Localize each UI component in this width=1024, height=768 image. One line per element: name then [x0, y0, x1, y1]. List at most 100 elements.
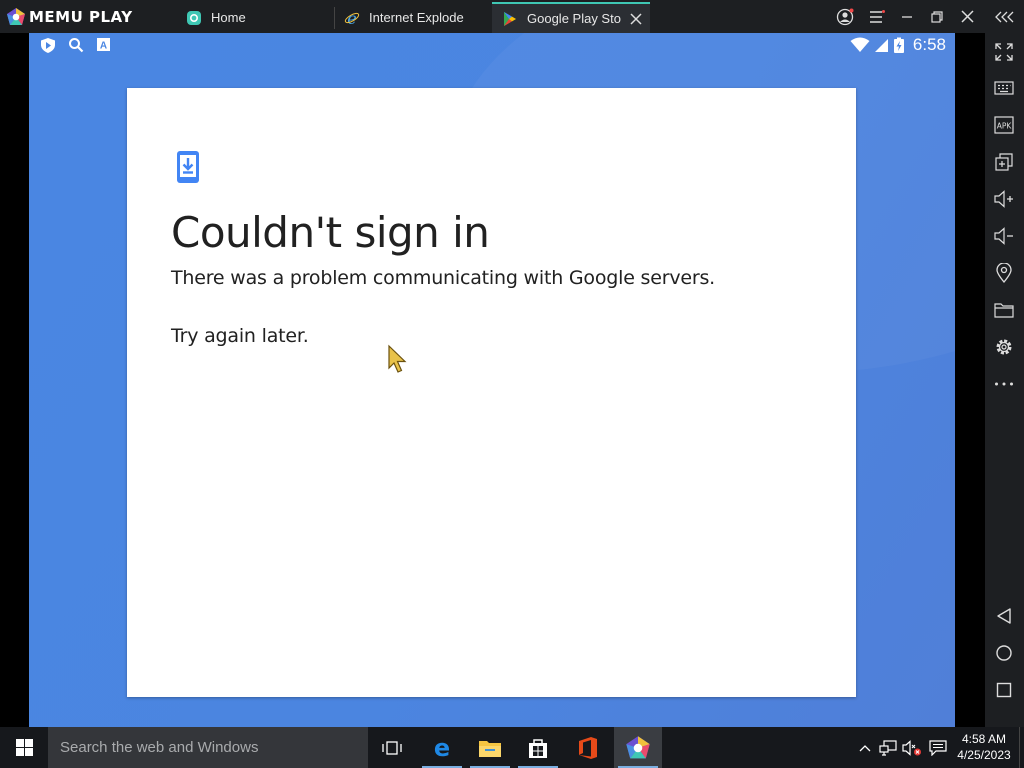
volume-down-icon: [994, 227, 1013, 245]
taskbar-memu-app[interactable]: [614, 727, 662, 768]
tab-label: Home: [211, 10, 246, 25]
minimize-button[interactable]: [891, 0, 922, 33]
svg-text:e: e: [434, 736, 450, 760]
more-options-button[interactable]: [992, 372, 1016, 396]
keyboard-input-icon: A: [97, 38, 110, 52]
close-icon: [961, 10, 974, 23]
keyboard-mapping-button[interactable]: [992, 76, 1016, 100]
triple-chevron-left-icon: [994, 11, 1013, 22]
battery-charging-icon: [893, 37, 904, 53]
play-protect-icon: [41, 38, 55, 53]
taskbar-edge-app[interactable]: e: [418, 727, 466, 768]
hamburger-menu-icon: [869, 9, 885, 23]
account-button[interactable]: [829, 0, 860, 33]
android-home-button[interactable]: [992, 641, 1016, 665]
install-apk-button[interactable]: APK: [992, 113, 1016, 137]
right-border: [955, 33, 985, 727]
maximize-button[interactable]: [921, 0, 952, 33]
task-view-icon: [382, 740, 402, 755]
back-triangle-icon: [997, 608, 1011, 624]
location-button[interactable]: [992, 261, 1016, 285]
action-center-button[interactable]: [926, 727, 950, 768]
shared-folder-button[interactable]: [992, 298, 1016, 322]
volume-muted-icon: [902, 739, 921, 756]
settings-button[interactable]: [992, 335, 1016, 359]
memu-app-icon: [626, 735, 650, 758]
taskbar-search-box[interactable]: Search the web and Windows: [48, 727, 368, 768]
tab-label: Internet Explode: [369, 10, 464, 25]
play-store-icon: [504, 11, 516, 26]
more-dots-icon: [995, 382, 1013, 386]
account-icon: [836, 8, 853, 25]
mouse-cursor-icon: [388, 344, 407, 373]
taskbar-file-explorer-app[interactable]: [466, 727, 514, 768]
file-explorer-icon: [479, 740, 501, 757]
keyboard-icon: [994, 81, 1014, 95]
volume-down-button[interactable]: [992, 224, 1016, 248]
svg-text:APK: APK: [997, 122, 1013, 131]
start-button[interactable]: [0, 727, 48, 768]
store-bag-icon: [529, 738, 547, 758]
memu-home-icon: [187, 10, 201, 25]
notifications-icon: [929, 739, 947, 756]
network-icon: [879, 739, 897, 756]
taskbar-store-app[interactable]: [514, 727, 562, 768]
emulator-title-bar: MEMU PLAY Home e Internet Explode Google…: [0, 0, 1024, 33]
office-icon: [579, 736, 597, 759]
memu-brand[interactable]: MEMU PLAY: [0, 0, 170, 33]
search-icon: [69, 38, 84, 53]
windows-taskbar: Search the web and Windows e 4:58 AM 4/2…: [0, 727, 1024, 768]
wifi-icon: [850, 37, 870, 52]
show-desktop-button[interactable]: [1019, 727, 1024, 768]
menu-button[interactable]: [861, 0, 892, 33]
android-clock: 6:58: [912, 35, 946, 54]
show-hidden-icons-button[interactable]: [855, 727, 875, 768]
internet-explorer-icon: e: [344, 10, 360, 26]
taskbar-time: 4:58 AM: [961, 732, 1007, 746]
close-tab-icon[interactable]: [630, 12, 642, 25]
minimize-icon: [901, 15, 912, 18]
tab-internet-explode[interactable]: e Internet Explode: [334, 2, 491, 33]
svg-text:e: e: [347, 10, 356, 26]
android-screen: A 6:58 Couldn't sign in There was a prob…: [29, 33, 955, 727]
taskbar-office-app[interactable]: [564, 727, 612, 768]
fullscreen-icon: [995, 43, 1013, 61]
fullscreen-button[interactable]: [992, 40, 1016, 64]
memu-logo-icon: [7, 7, 25, 25]
volume-up-icon: [994, 190, 1013, 208]
volume-tray-button[interactable]: [901, 727, 923, 768]
android-recents-button[interactable]: [992, 678, 1016, 702]
collapse-toolbar-button[interactable]: [988, 0, 1021, 33]
error-title: Couldn't sign in: [171, 208, 490, 257]
multi-instance-button[interactable]: [992, 150, 1016, 174]
task-view-button[interactable]: [368, 727, 416, 768]
tab-label: Google Play Store: [527, 11, 621, 26]
edge-browser-icon: e: [434, 736, 450, 760]
close-button[interactable]: [952, 0, 983, 33]
apk-icon: APK: [994, 116, 1014, 134]
retry-message: Try again later.: [171, 325, 309, 347]
svg-text:A: A: [100, 41, 107, 52]
taskbar-clock[interactable]: 4:58 AM 4/25/2023: [950, 731, 1018, 763]
brand-name: MEMU PLAY: [29, 7, 133, 26]
chevron-up-icon: [859, 744, 871, 751]
sign-in-error-card: Couldn't sign in There was a problem com…: [127, 88, 856, 697]
android-back-button[interactable]: [992, 604, 1016, 628]
emulator-side-toolbar: APK: [985, 33, 1024, 727]
add-window-icon: [995, 153, 1013, 171]
volume-up-button[interactable]: [992, 187, 1016, 211]
home-circle-icon: [996, 645, 1012, 661]
tab-home[interactable]: Home: [178, 2, 333, 33]
folder-icon: [994, 303, 1014, 318]
taskbar-date: 4/25/2023: [957, 748, 1011, 762]
search-placeholder: Search the web and Windows: [60, 739, 259, 756]
location-pin-icon: [996, 263, 1012, 283]
cellular-signal-icon: [874, 38, 888, 52]
restore-window-icon: [930, 10, 943, 23]
gear-icon: [996, 339, 1012, 355]
error-message: There was a problem communicating with G…: [171, 267, 716, 289]
windows-logo-icon: [15, 739, 33, 756]
tab-google-play-store[interactable]: Google Play Store: [492, 2, 650, 33]
network-tray-button[interactable]: [877, 727, 899, 768]
recents-square-icon: [996, 682, 1012, 698]
